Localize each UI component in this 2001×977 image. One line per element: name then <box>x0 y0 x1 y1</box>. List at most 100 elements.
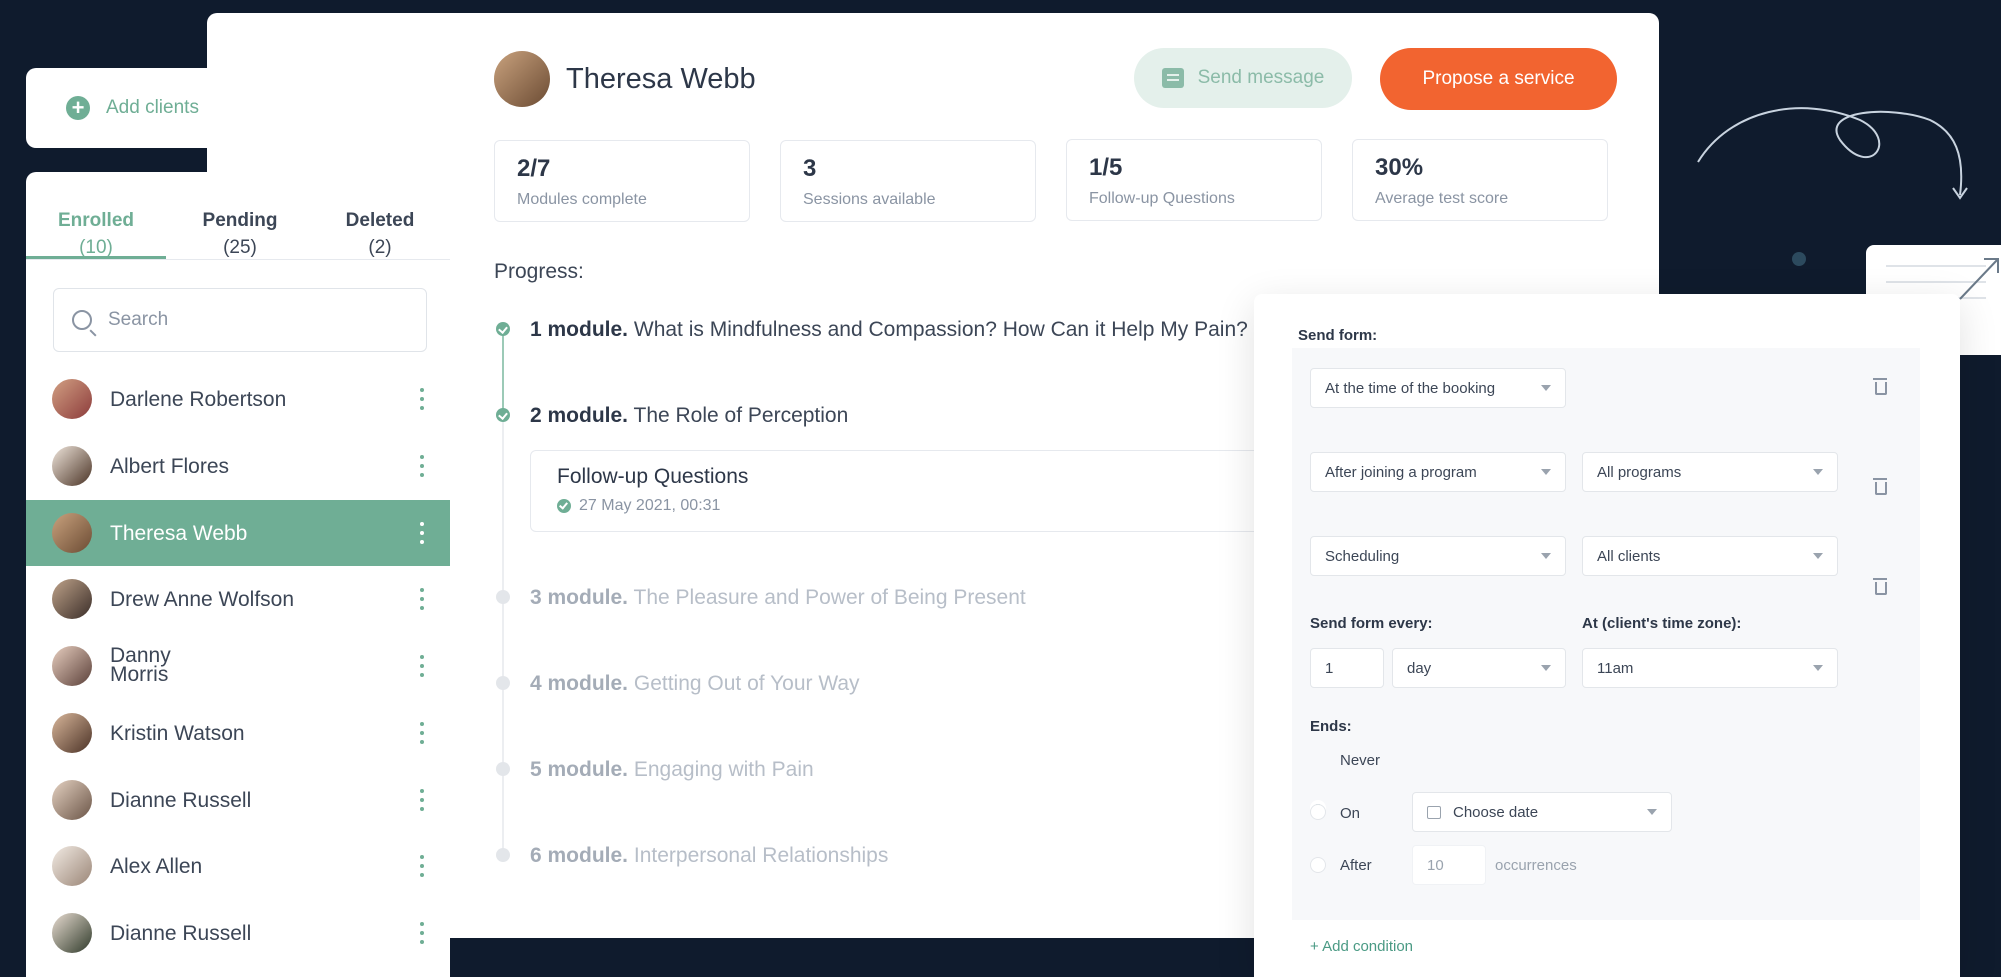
trash-icon[interactable] <box>1873 578 1887 595</box>
ends-label: Ends: <box>1310 718 1352 735</box>
client-row[interactable]: Darlene Robertson <box>26 366 450 432</box>
module-status-pending-icon <box>496 590 510 604</box>
client-row[interactable]: Kristin Watson <box>26 700 450 766</box>
client-row[interactable]: Danny Morris <box>26 633 450 699</box>
trigger-select[interactable]: Scheduling <box>1310 536 1566 576</box>
tab-label: Enrolled <box>57 210 134 231</box>
client-name: Kristin Watson <box>110 721 245 745</box>
client-name: Darlene Robertson <box>110 387 287 411</box>
more-options-icon[interactable] <box>420 588 426 610</box>
more-options-icon[interactable] <box>420 722 426 744</box>
clients-select[interactable]: All clients <box>1582 536 1838 576</box>
stat-followup-questions: 1/5 Follow-up Questions <box>1066 139 1322 221</box>
stat-label: Modules complete <box>517 191 647 208</box>
chevron-down-icon <box>1647 809 1657 815</box>
client-avatar <box>52 713 92 753</box>
tab-deleted[interactable]: Deleted (2) <box>310 208 450 261</box>
client-row[interactable]: Drew Anne Wolfson <box>26 566 450 632</box>
program-select[interactable]: All programs <box>1582 452 1838 492</box>
followup-title: Follow-up Questions <box>557 465 749 488</box>
choose-date-select[interactable]: Choose date <box>1412 792 1672 832</box>
client-avatar <box>52 513 92 553</box>
tab-label: Deleted <box>345 210 415 231</box>
client-avatar <box>52 579 92 619</box>
stat-value: 2/7 <box>517 155 551 182</box>
more-options-icon[interactable] <box>420 655 426 677</box>
trigger-select-value: After joining a program <box>1325 463 1477 481</box>
trash-icon[interactable] <box>1873 478 1887 495</box>
followup-date: 27 May 2021, 00:31 <box>579 497 721 514</box>
module-title: Interpersonal Relationships <box>633 844 889 867</box>
trash-icon[interactable] <box>1873 378 1887 395</box>
add-clients-button[interactable]: + Add clients <box>26 68 450 148</box>
calendar-icon <box>1427 805 1441 819</box>
tab-label: Pending <box>202 210 278 231</box>
client-avatar <box>52 780 92 820</box>
completed-check-icon <box>557 499 571 513</box>
client-row-selected[interactable]: Theresa Webb <box>26 500 450 566</box>
client-name: Danny Morris <box>110 644 171 686</box>
client-name: Theresa Webb <box>110 521 248 545</box>
active-tab-indicator <box>26 256 166 259</box>
module-title: What is Mindfulness and Compassion? How … <box>633 318 1248 341</box>
plus-circle-icon: + <box>66 96 90 120</box>
program-select-value: All programs <box>1597 463 1682 481</box>
tab-enrolled[interactable]: Enrolled (10) <box>26 208 166 261</box>
clients-select-value: All clients <box>1597 547 1661 565</box>
send-form-conditions <box>1292 348 1920 920</box>
radio-on[interactable] <box>1310 804 1326 820</box>
more-options-icon[interactable] <box>420 922 426 944</box>
time-select[interactable]: 11am <box>1582 648 1838 688</box>
client-row[interactable]: Dianne Russell <box>26 900 450 966</box>
stat-label: Sessions available <box>803 191 936 208</box>
more-options-icon[interactable] <box>420 388 426 410</box>
interval-unit-select[interactable]: day <box>1392 648 1566 688</box>
client-name: Drew Anne Wolfson <box>110 587 295 611</box>
stat-sessions-available: 3 Sessions available <box>780 140 1036 222</box>
occurrences-input[interactable]: 10 <box>1412 845 1486 885</box>
more-options-icon[interactable] <box>420 789 426 811</box>
propose-service-button[interactable]: Propose a service <box>1380 48 1617 110</box>
client-row[interactable]: Albert Flores <box>26 433 450 499</box>
occurrences-value: 10 <box>1427 856 1444 874</box>
module-item[interactable]: 6 module. Interpersonal Relationships <box>530 844 888 868</box>
module-title: Getting Out of Your Way <box>633 672 860 695</box>
chevron-down-icon <box>1813 553 1823 559</box>
module-item[interactable]: 2 module. The Role of Perception <box>530 404 848 428</box>
search-icon <box>72 310 92 330</box>
interval-input[interactable]: 1 <box>1310 648 1384 688</box>
stat-value: 30% <box>1375 154 1424 181</box>
search-input[interactable] <box>106 308 390 332</box>
search-field[interactable] <box>53 288 427 352</box>
trigger-select-value: Scheduling <box>1325 547 1400 565</box>
trigger-select[interactable]: At the time of the booking <box>1310 368 1566 408</box>
module-status-done-icon <box>496 322 510 336</box>
add-clients-label: Add clients <box>106 97 199 118</box>
module-status-done-icon <box>496 408 510 422</box>
more-options-icon[interactable] <box>420 522 426 544</box>
chevron-down-icon <box>1813 665 1823 671</box>
add-condition-label: Add condition <box>1322 938 1414 955</box>
module-title: Engaging with Pain <box>633 758 814 781</box>
radio-after[interactable] <box>1310 857 1326 873</box>
stat-label: Average test score <box>1375 190 1509 207</box>
chevron-down-icon <box>1541 385 1551 391</box>
tab-pending[interactable]: Pending (25) <box>170 208 310 261</box>
more-options-icon[interactable] <box>420 855 426 877</box>
client-row[interactable]: Alex Allen <box>26 833 450 899</box>
chevron-down-icon <box>1541 665 1551 671</box>
send-every-label: Send form every: <box>1310 615 1433 632</box>
client-avatar <box>52 446 92 486</box>
trigger-select[interactable]: After joining a program <box>1310 452 1566 492</box>
add-condition-button[interactable]: + Add condition <box>1310 938 1413 955</box>
client-row[interactable]: Dianne Russell <box>26 767 450 833</box>
module-item[interactable]: 1 module. What is Mindfulness and Compas… <box>530 318 1248 342</box>
module-item[interactable]: 4 module. Getting Out of Your Way <box>530 672 860 696</box>
module-item[interactable]: 3 module. The Pleasure and Power of Bein… <box>530 586 1026 610</box>
more-options-icon[interactable] <box>420 455 426 477</box>
send-message-button[interactable]: Send message <box>1134 48 1352 108</box>
followup-questions-card[interactable]: Follow-up Questions 27 May 2021, 00:31 <box>530 450 1270 532</box>
tab-count: (2) <box>368 236 392 258</box>
module-item[interactable]: 5 module. Engaging with Pain <box>530 758 814 782</box>
client-avatar <box>52 913 92 953</box>
